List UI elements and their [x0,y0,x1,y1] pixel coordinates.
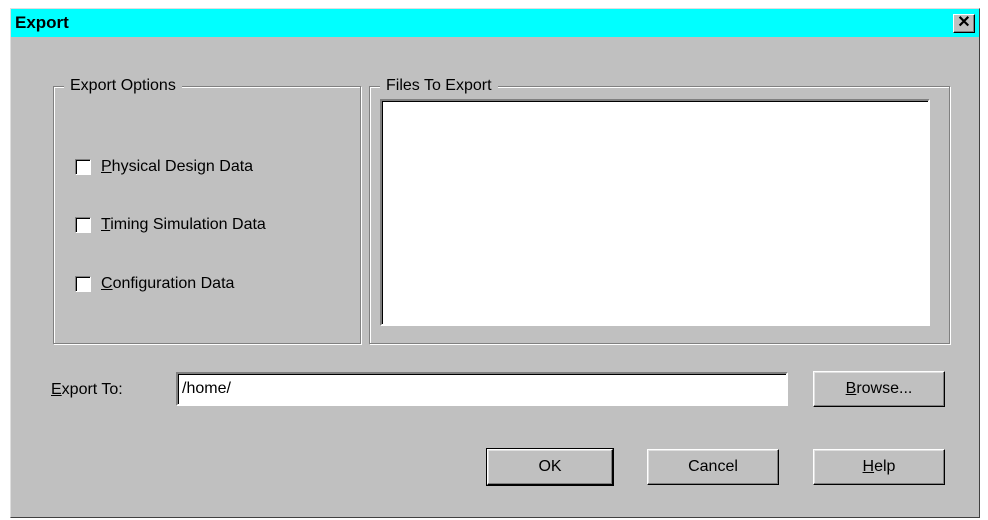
configuration-data-option[interactable]: Configuration Data [75,275,234,293]
configuration-data-label: Configuration Data [101,275,235,292]
cancel-button-label: Cancel [688,458,738,475]
browse-button[interactable]: Browse... [813,371,945,407]
files-to-export-list[interactable] [380,99,930,326]
ok-button[interactable]: OK [486,448,614,486]
files-to-export-legend: Files To Export [380,77,498,95]
cancel-button[interactable]: Cancel [647,449,779,485]
timing-simulation-data-label: Timing Simulation Data [101,216,266,233]
physical-design-data-label: Physical Design Data [101,158,254,175]
title-bar[interactable]: Export ✕ [11,9,979,37]
export-to-input[interactable] [176,372,788,406]
files-to-export-group: Files To Export [369,77,950,344]
timing-simulation-data-option[interactable]: Timing Simulation Data [75,216,266,234]
timing-simulation-data-checkbox[interactable] [75,217,91,233]
export-to-label: Export To: [51,381,123,398]
export-options-group: Export Options Physical Design Data Timi… [53,77,361,344]
help-button[interactable]: Help [813,449,945,485]
physical-design-data-option[interactable]: Physical Design Data [75,158,253,176]
dialog-title: Export [15,13,69,32]
ok-button-label: OK [538,458,562,475]
help-button-label: Help [862,458,896,475]
export-dialog: Export ✕ Export Options Physical Design … [10,8,980,518]
export-options-legend: Export Options [64,77,182,95]
close-button[interactable]: ✕ [953,14,975,33]
close-icon: ✕ [957,14,971,31]
browse-button-label: Browse... [845,380,913,397]
configuration-data-checkbox[interactable] [75,276,91,292]
physical-design-data-checkbox[interactable] [75,159,91,175]
